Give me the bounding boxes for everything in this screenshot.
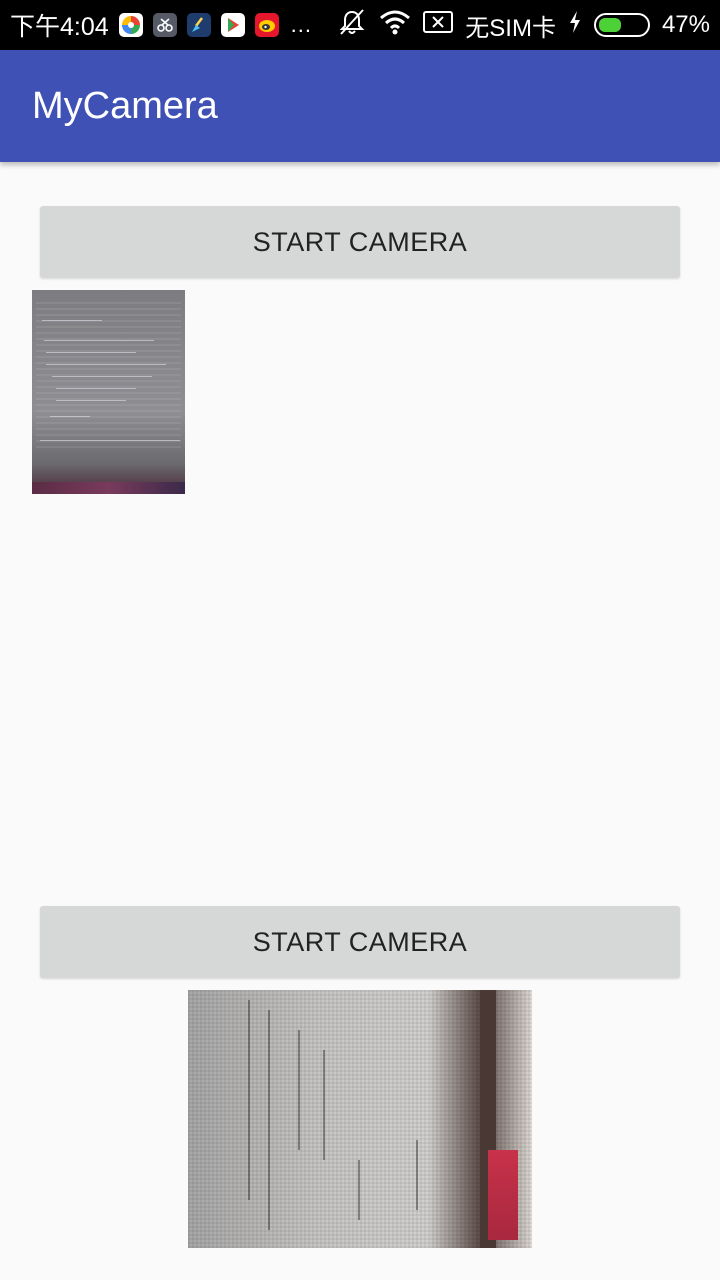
photo-detail xyxy=(248,1000,250,1200)
photo-detail xyxy=(56,400,126,401)
broom-app-icon xyxy=(186,13,211,37)
more-notifications-indicator: ... xyxy=(290,12,313,37)
photo-detail xyxy=(268,1010,270,1230)
notification-icons: ... xyxy=(118,12,313,38)
play-store-icon xyxy=(220,13,245,37)
photo-detail xyxy=(40,440,180,441)
photo-taskbar xyxy=(32,482,185,494)
photo-detail xyxy=(52,376,152,377)
app-title: MyCamera xyxy=(32,84,218,127)
system-status: 无SIM卡 47% xyxy=(337,8,710,43)
wifi-icon xyxy=(379,9,411,42)
captured-photo-preview xyxy=(188,990,532,1248)
status-time: 下午4:04 xyxy=(10,13,109,41)
weibo-icon xyxy=(254,13,279,37)
photo-detail xyxy=(416,1140,418,1210)
photo-detail xyxy=(358,1160,360,1220)
photo-detail xyxy=(298,1030,300,1150)
start-camera-button-2[interactable]: START CAMERA xyxy=(40,906,680,978)
battery-level-fill xyxy=(598,18,621,32)
photo-detail xyxy=(42,320,102,321)
mute-icon xyxy=(337,8,367,43)
captured-photo-thumbnail xyxy=(32,290,185,494)
battery-percent: 47% xyxy=(661,11,710,38)
no-sim-icon xyxy=(423,10,454,41)
photo-detail xyxy=(44,340,154,341)
start-camera-button[interactable]: START CAMERA xyxy=(40,206,680,278)
charging-icon xyxy=(568,10,582,41)
pinwheel-app-icon xyxy=(118,13,143,37)
scissors-app-icon xyxy=(152,13,177,37)
battery-icon xyxy=(593,13,650,37)
photo-detail xyxy=(46,352,136,353)
app-toolbar: MyCamera xyxy=(0,50,720,162)
photo-detail xyxy=(46,364,166,365)
carrier-text: 无SIM卡 xyxy=(465,14,556,42)
photo-red-object xyxy=(488,1150,518,1240)
photo-detail xyxy=(323,1050,325,1160)
photo-detail xyxy=(56,388,136,389)
photo-detail xyxy=(50,416,90,417)
status-bar: 下午4:04 ... 无SIM卡 47% xyxy=(0,0,720,50)
